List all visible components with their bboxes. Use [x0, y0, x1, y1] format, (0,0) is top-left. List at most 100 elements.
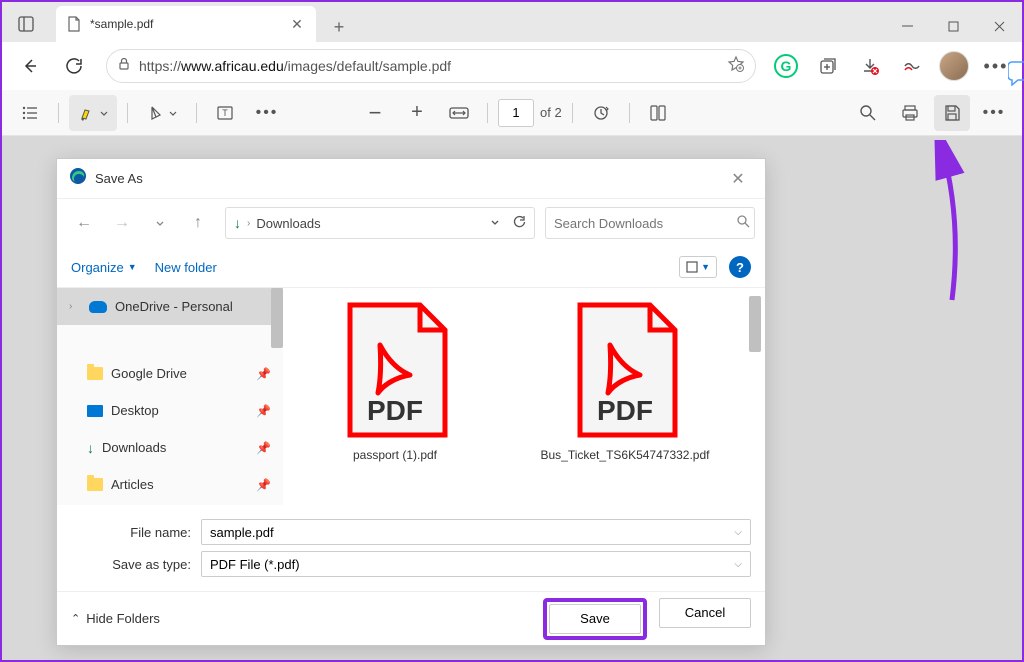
- save-button[interactable]: Save: [549, 604, 641, 634]
- maximize-button[interactable]: [930, 10, 976, 42]
- file-list: PDF passport (1).pdf PDF Bus_Ticket_TS6K…: [283, 288, 765, 505]
- hide-folders-button[interactable]: ⌃ Hide Folders: [71, 611, 160, 626]
- pdf-more-button[interactable]: •••: [976, 95, 1012, 131]
- downloads-icon: ↓: [234, 215, 241, 231]
- url-text: https://www.africau.edu/images/default/s…: [139, 58, 719, 74]
- search-box[interactable]: [545, 207, 755, 239]
- find-button[interactable]: [850, 95, 886, 131]
- nav-up-button[interactable]: ↑: [181, 206, 215, 240]
- dialog-close-button[interactable]: ✕: [723, 164, 753, 194]
- lock-icon: [117, 57, 131, 76]
- grammarly-icon[interactable]: G: [768, 48, 804, 84]
- sidebar-item-downloads[interactable]: ↓ Downloads 📌: [57, 429, 283, 466]
- favorite-icon[interactable]: [727, 55, 745, 78]
- new-folder-button[interactable]: New folder: [155, 260, 217, 275]
- browser-tab[interactable]: *sample.pdf ✕: [56, 6, 316, 42]
- nav-forward-button[interactable]: →: [105, 206, 139, 240]
- nav-bar: https://www.africau.edu/images/default/s…: [2, 42, 1022, 90]
- pdf-toolbar: T ••• − + of 2 •••: [2, 90, 1022, 136]
- page-number-input[interactable]: [498, 99, 534, 127]
- print-button[interactable]: [892, 95, 928, 131]
- performance-icon[interactable]: [894, 48, 930, 84]
- svg-text:T: T: [222, 108, 228, 118]
- fit-width-button[interactable]: [441, 95, 477, 131]
- pdf-icon: PDF: [335, 300, 455, 440]
- dialog-fields: File name: sample.pdf⌵ Save as type: PDF…: [57, 505, 765, 591]
- sidebar-item-gdrive[interactable]: Google Drive 📌: [57, 355, 283, 392]
- draw-button[interactable]: [138, 95, 186, 131]
- zoom-in-button[interactable]: +: [399, 95, 435, 131]
- svg-text:PDF: PDF: [597, 395, 653, 426]
- highlight-button[interactable]: [69, 95, 117, 131]
- add-text-button[interactable]: T: [207, 95, 243, 131]
- file-item[interactable]: PDF Bus_Ticket_TS6K54747332.pdf: [525, 300, 725, 493]
- savetype-select[interactable]: PDF File (*.pdf)⌵: [201, 551, 751, 577]
- pin-icon: 📌: [256, 441, 271, 455]
- pin-icon: 📌: [256, 367, 271, 381]
- organize-button[interactable]: Organize ▼: [71, 260, 137, 275]
- folder-sidebar: › OneDrive - Personal Google Drive 📌 Des…: [57, 288, 283, 505]
- file-name: passport (1).pdf: [353, 448, 437, 464]
- page-view-button[interactable]: [640, 95, 676, 131]
- file-icon: [66, 16, 82, 32]
- files-scrollbar[interactable]: [749, 296, 761, 352]
- nav-back-button[interactable]: ←: [67, 206, 101, 240]
- tab-actions-button[interactable]: [2, 6, 50, 42]
- window-controls: [884, 10, 1022, 42]
- folder-icon: [87, 478, 103, 491]
- sidebar-item-onedrive[interactable]: › OneDrive - Personal: [57, 288, 283, 325]
- pdf-icon: PDF: [565, 300, 685, 440]
- close-window-button[interactable]: [976, 10, 1022, 42]
- dialog-title: Save As: [95, 171, 715, 186]
- file-name: Bus_Ticket_TS6K54747332.pdf: [540, 448, 709, 464]
- pin-icon: 📌: [256, 478, 271, 492]
- sidebar-scrollbar[interactable]: [271, 288, 283, 348]
- zoom-out-button[interactable]: −: [357, 95, 393, 131]
- new-tab-button[interactable]: +: [324, 12, 354, 42]
- save-as-dialog: Save As ✕ ← → ↑ ↓ › Downloads Organize ▼…: [56, 158, 766, 646]
- collections-icon[interactable]: [810, 48, 846, 84]
- title-bar: *sample.pdf ✕ +: [2, 2, 1022, 42]
- sidebar-item-articles[interactable]: Articles 📌: [57, 466, 283, 503]
- desktop-icon: [87, 405, 103, 417]
- dialog-nav-bar: ← → ↑ ↓ › Downloads: [57, 199, 765, 247]
- save-pdf-button[interactable]: [934, 95, 970, 131]
- profile-avatar[interactable]: [936, 48, 972, 84]
- folder-icon: [87, 367, 103, 380]
- file-item[interactable]: PDF passport (1).pdf: [295, 300, 495, 493]
- filename-input[interactable]: sample.pdf⌵: [201, 519, 751, 545]
- address-bar[interactable]: https://www.africau.edu/images/default/s…: [106, 49, 756, 83]
- svg-text:PDF: PDF: [367, 395, 423, 426]
- downloads-icon[interactable]: [852, 48, 888, 84]
- location-text: Downloads: [256, 216, 320, 231]
- help-button[interactable]: ?: [729, 256, 751, 278]
- location-bar[interactable]: ↓ › Downloads: [225, 207, 535, 239]
- sidebar-item-desktop[interactable]: Desktop 📌: [57, 392, 283, 429]
- minimize-button[interactable]: [884, 10, 930, 42]
- dialog-footer: ⌃ Hide Folders Save Cancel: [57, 591, 765, 645]
- rotate-button[interactable]: [583, 95, 619, 131]
- page-count: of 2: [540, 105, 562, 120]
- cancel-button[interactable]: Cancel: [659, 598, 751, 628]
- view-options-button[interactable]: ▼: [679, 256, 717, 278]
- nav-recent-button[interactable]: [143, 206, 177, 240]
- dialog-title-bar: Save As ✕: [57, 159, 765, 199]
- tab-title: *sample.pdf: [90, 17, 280, 31]
- dialog-toolbar: Organize ▼ New folder ▼ ?: [57, 247, 765, 287]
- search-input[interactable]: [554, 216, 730, 231]
- close-tab-button[interactable]: ✕: [288, 15, 306, 33]
- downloads-icon: ↓: [87, 440, 94, 456]
- back-button[interactable]: [10, 46, 50, 86]
- contents-button[interactable]: [12, 95, 48, 131]
- refresh-location-button[interactable]: [512, 215, 526, 232]
- savetype-label: Save as type:: [71, 557, 201, 572]
- dialog-body: › OneDrive - Personal Google Drive 📌 Des…: [57, 287, 765, 505]
- onedrive-icon: [89, 301, 107, 313]
- bing-chat-icon[interactable]: [1008, 58, 1024, 86]
- save-button-highlight: Save: [543, 598, 647, 640]
- search-icon: [736, 214, 750, 233]
- more-tools-button[interactable]: •••: [249, 95, 285, 131]
- pin-icon: 📌: [256, 404, 271, 418]
- edge-icon: [69, 167, 87, 190]
- refresh-button[interactable]: [54, 46, 94, 86]
